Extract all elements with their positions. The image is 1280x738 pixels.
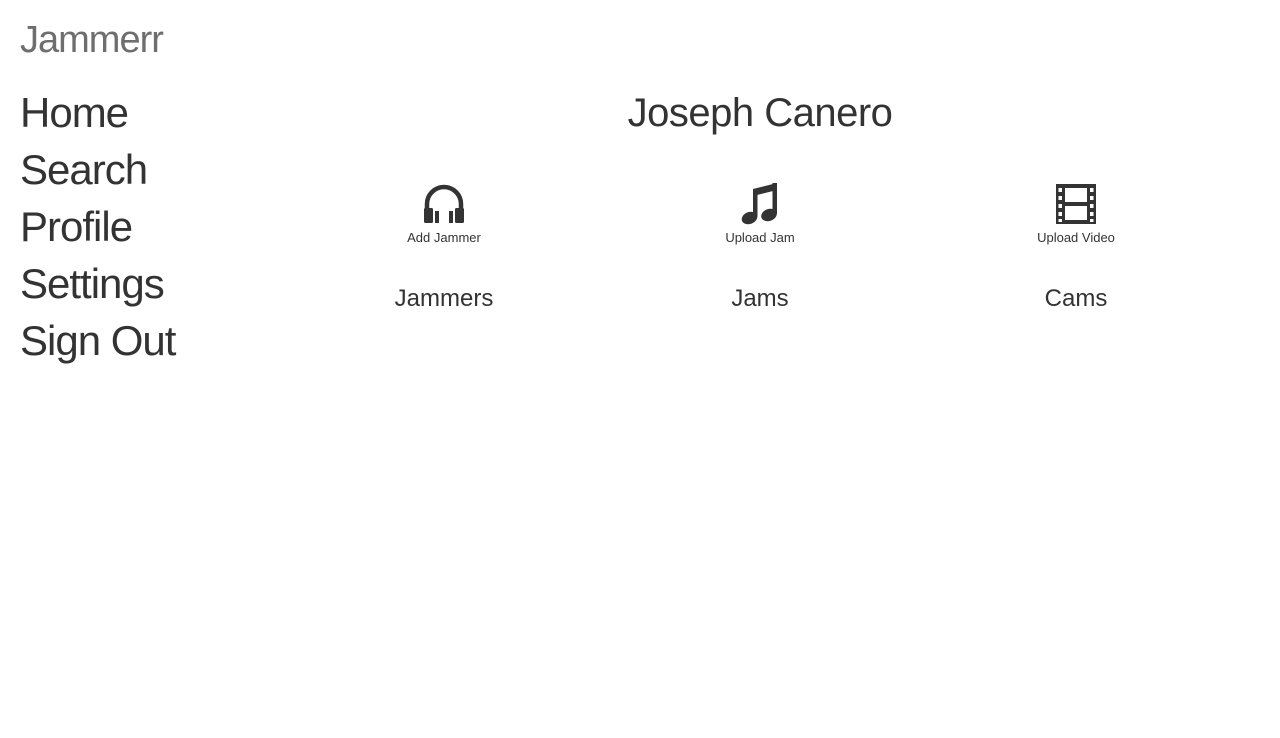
section-jams-heading: Jams: [731, 285, 789, 312]
nav-item-profile[interactable]: Profile: [20, 198, 175, 255]
film-icon: [1056, 184, 1096, 224]
upload-video-label: Upload Video: [1037, 230, 1115, 245]
nav-item-sign-out[interactable]: Sign Out: [20, 312, 176, 369]
add-jammer-label: Add Jammer: [407, 230, 481, 245]
app-logo[interactable]: Jammerr: [20, 18, 164, 62]
section-cams-heading: Cams: [1044, 285, 1108, 312]
profile-name: Joseph Canero: [627, 91, 893, 135]
nav-item-home[interactable]: Home: [20, 84, 175, 141]
upload-jam-label: Upload Jam: [725, 230, 795, 245]
nav-item-search[interactable]: Search: [20, 141, 175, 198]
music-note-icon: [741, 183, 777, 225]
sidebar: Jammerr Home Search Profile Settings Sig…: [0, 0, 240, 738]
section-jammers-heading: Jammers: [394, 285, 494, 312]
main-nav: Home Search Profile Settings Sign Out: [20, 84, 176, 369]
headphones-icon: [424, 184, 464, 223]
nav-item-settings[interactable]: Settings: [20, 255, 175, 312]
profile-main: Joseph Canero Add Jammer Upload Jam Uplo…: [286, 0, 1234, 738]
add-jammer-button[interactable]: Add Jammer: [344, 180, 544, 246]
upload-video-button[interactable]: Upload Video: [976, 180, 1176, 246]
upload-jam-button[interactable]: Upload Jam: [660, 180, 860, 246]
